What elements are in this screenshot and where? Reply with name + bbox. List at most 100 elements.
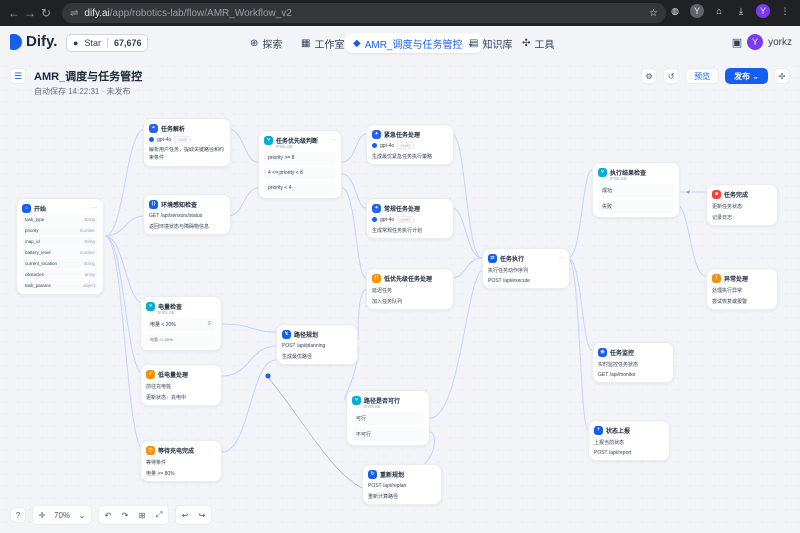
- workflow-canvas[interactable]: ☰ AMR_调度与任务管控 自动保存 14:22:31 · 未发布 ⚙ ↺ 预览…: [0, 60, 800, 533]
- node-replan[interactable]: ↻ 重新规划 POST /api/replan 重新计算路径: [362, 464, 442, 505]
- node-path-feasible-ifelse[interactable]: ⑂ 路径是否可行 IF/ELSE 可行 不可行: [346, 390, 430, 446]
- var-row: task_params object: [22, 281, 98, 290]
- var-row: obstacles array: [22, 270, 98, 279]
- redo-icon[interactable]: ↷: [117, 507, 134, 523]
- var-row: task_type string: [22, 215, 98, 224]
- node-line: 电量 >= 80%: [146, 471, 175, 477]
- branch-case: 成功: [598, 184, 674, 197]
- inbox-icon[interactable]: ▣: [732, 36, 742, 49]
- browser-chrome: ← → ↻ ⇌ dify.ai /app/robotics-lab/flow/A…: [0, 0, 800, 26]
- layout-icon[interactable]: ⊞: [134, 507, 151, 523]
- zoom-icon[interactable]: ✛: [34, 507, 50, 523]
- node-path-planning[interactable]: ↯ 路径规划 POST /api/planning 生成最优路径: [276, 324, 358, 365]
- branch-case: 不可行: [352, 428, 424, 441]
- var-name: current_location: [25, 261, 58, 266]
- var-name: map_id: [25, 239, 40, 244]
- branch-icon: ⑂: [598, 167, 607, 177]
- node-priority-ifelse[interactable]: ⑂ 任务优先级判断 ··· IF/ELSE priority >= 8 4 <= p…: [258, 130, 342, 199]
- node-urgent[interactable]: ✦ 紧急任务处理 gpt-4o CHAT 生成最优紧急任务执行策略: [366, 124, 454, 165]
- node-task-done[interactable]: ■ 任务完成 更新任务状态 记录日志: [706, 184, 778, 226]
- node-title: 任务完成: [724, 192, 749, 199]
- profile-avatar[interactable]: Y: [690, 4, 704, 18]
- node-line: 上报当前状态: [594, 440, 625, 446]
- user-menu[interactable]: ▣ Y yorkz: [732, 34, 792, 50]
- node-error[interactable]: ! 异常处理 处理执行异常 尝试恢复或报警: [706, 268, 778, 310]
- notification-icon[interactable]: ⌂: [712, 4, 726, 18]
- extension-icon[interactable]: ◍: [668, 4, 682, 18]
- llm-icon: ✦: [372, 129, 381, 139]
- node-line: 更新状态：充电中: [146, 395, 187, 401]
- node-wait-charge[interactable]: ◷ 等待充电完成 等待条件 电量 >= 80%: [140, 440, 222, 482]
- user-name: yorkz: [768, 36, 792, 48]
- tab-knowledge[interactable]: ▤ 知识库: [461, 33, 520, 53]
- back-icon[interactable]: ↩: [177, 507, 194, 523]
- tab-knowledge-label: 知识库: [482, 39, 513, 51]
- clock-icon: ◷: [146, 445, 155, 455]
- more-icon[interactable]: ✣: [774, 68, 790, 84]
- node-desc: 生成最优紧急任务执行策略: [372, 154, 433, 160]
- download-icon[interactable]: ⤓: [734, 4, 748, 18]
- node-line: POST /api/planning: [282, 343, 326, 349]
- node-line: 处理执行异常: [712, 288, 743, 294]
- more-dots-icon[interactable]: ···: [92, 205, 98, 211]
- undo-icon[interactable]: ↶: [100, 507, 117, 523]
- warning-icon: !: [712, 273, 721, 283]
- back-arrow-icon[interactable]: ←: [6, 6, 22, 20]
- node-normal[interactable]: ✦ 常规任务处理 gpt-4o CHAT 生成常规任务执行计划: [366, 198, 454, 239]
- forward-icon[interactable]: ↪: [194, 507, 211, 523]
- star-label: Star: [84, 38, 101, 48]
- forward-arrow-icon[interactable]: →: [22, 6, 38, 20]
- more-dots-icon[interactable]: ···: [330, 137, 336, 143]
- node-title: 低电量处理: [158, 372, 189, 379]
- account-avatar[interactable]: Y: [756, 4, 770, 18]
- zoom-level[interactable]: 70%: [51, 507, 74, 523]
- app-icon: ◆: [353, 37, 361, 49]
- var-row: battery_level number: [22, 248, 98, 257]
- node-result-ifelse[interactable]: ⑂ 执行结果检查 IF/ELSE 成功 失败: [592, 162, 680, 218]
- menu-dots-icon[interactable]: ⋮: [778, 4, 792, 18]
- branch-icon: ⑂: [264, 135, 273, 145]
- node-monitor[interactable]: ◉ 任务监控 实时监控任务状态 GET /api/monitor: [592, 342, 674, 383]
- settings-icon[interactable]: ⚙: [641, 68, 658, 84]
- workflow-list-icon[interactable]: ☰: [10, 68, 26, 84]
- tab-tools[interactable]: ✣ 工具: [514, 33, 562, 53]
- preview-button[interactable]: 预览: [685, 68, 720, 84]
- address-bar[interactable]: ⇌ dify.ai /app/robotics-lab/flow/AMR_Wor…: [62, 3, 666, 23]
- node-line: 延迟任务: [372, 288, 393, 294]
- node-subtype: IF/ELSE: [158, 310, 175, 315]
- canvas-actions: ↶ ↷ ⊞ ⤢: [98, 505, 170, 525]
- node-task-parse[interactable]: ✦ 任务解析 gpt-4o CHAT 解析用户任务，提取关键路径和约束条件: [143, 118, 231, 167]
- studio-icon: ▦: [301, 37, 311, 49]
- route-icon: ↯: [282, 329, 291, 339]
- node-line: 等待条件: [146, 460, 167, 466]
- node-battery-ifelse[interactable]: ⑂ 电量检查 IF/ELSE 电量 < 20% IF 电量 >= 20%: [140, 296, 222, 351]
- history-icon[interactable]: ↺: [663, 68, 680, 84]
- tab-studio-label: 工作室: [314, 39, 345, 51]
- tab-studio[interactable]: ▦ 工作室: [293, 33, 352, 53]
- node-low-battery[interactable]: ⚡ 低电量处理 前往充电桩 更新状态：充电中: [140, 364, 222, 406]
- node-task-exec[interactable]: ⇄ 任务执行 ··· 执行任务动作序列 POST /api/execute: [482, 248, 570, 289]
- bookmark-star-icon[interactable]: ☆: [649, 8, 658, 19]
- node-start-title: 开始: [34, 206, 47, 213]
- fit-view-icon[interactable]: ⤢: [151, 507, 168, 523]
- tab-explore[interactable]: ⊕ 探索: [242, 33, 290, 53]
- node-env-check[interactable]: ⟨⟩ 环境感知检查 GET /api/sensors/status 返回环境状态与…: [143, 194, 231, 235]
- dify-logo[interactable]: Dify.: [10, 33, 57, 50]
- publish-button[interactable]: 发布 ⌄: [725, 68, 768, 84]
- reload-icon[interactable]: ↻: [38, 6, 54, 20]
- more-dots-icon[interactable]: ···: [558, 255, 564, 261]
- github-star-button[interactable]: ● Star 67,676: [66, 34, 149, 52]
- help-button[interactable]: ?: [10, 507, 26, 523]
- node-start[interactable]: ⌂ 开始 ··· task_type string priority number ma…: [16, 198, 104, 295]
- site-info-icon[interactable]: ⇌: [70, 8, 78, 19]
- node-title: 紧急任务处理: [384, 132, 421, 139]
- node-low-priority[interactable]: ⟨⟩ 低优先级任务处理 延迟任务 加入任务队列: [366, 268, 454, 310]
- chevron-down-icon[interactable]: ⌄: [74, 507, 91, 523]
- model-mode: CHAT: [174, 136, 191, 143]
- model-name: gpt-4o: [380, 216, 395, 223]
- node-title: 重新规划: [380, 472, 405, 479]
- var-name: obstacles: [25, 272, 45, 277]
- node-report[interactable]: ⇡ 状态上报 上报当前状态 POST /api/report: [588, 420, 670, 461]
- node-title: 低优先级任务处理: [384, 276, 433, 283]
- monitor-icon: ◉: [598, 347, 607, 357]
